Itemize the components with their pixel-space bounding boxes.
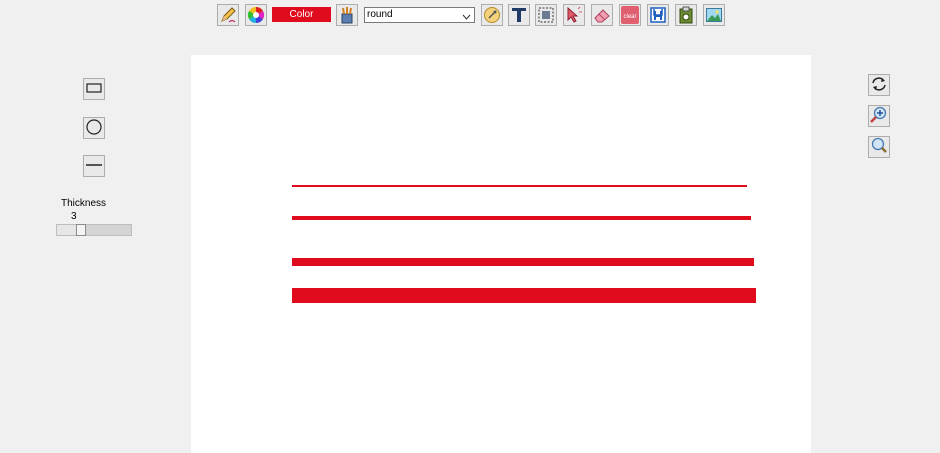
image-icon [705,6,723,24]
brush-button[interactable] [336,4,358,26]
refresh-button[interactable] [868,74,890,96]
stroke-line [292,185,747,187]
select-region-icon [537,6,555,24]
brush-cup-icon [338,6,356,24]
thickness-label: Thickness [61,198,107,209]
thickness-slider[interactable] [56,224,132,236]
text-button[interactable] [508,4,530,26]
text-icon [510,6,528,24]
color-wheel-button[interactable] [245,4,267,26]
line-icon [85,156,103,177]
eyedropper-button[interactable] [481,4,503,26]
color-wheel-icon [247,6,265,24]
stroke-line [292,216,751,220]
line-cap-value: round [367,9,393,20]
thickness-value: 3 [71,211,77,222]
circle-tool-button[interactable] [83,117,105,139]
image-button[interactable] [703,4,725,26]
color-swatch-button[interactable]: Color [272,7,331,22]
clear-icon: clear [621,6,639,24]
chevron-down-icon [462,11,471,25]
pencil-button[interactable] [217,4,239,26]
drawing-canvas[interactable] [191,55,811,453]
rectangle-tool-button[interactable] [83,78,105,100]
stroke-line [292,258,754,266]
pencil-icon [219,6,237,24]
save-icon [649,6,667,24]
zoom-out-icon [870,137,888,158]
circle-icon [85,118,103,139]
clipboard-icon [677,6,695,24]
stroke-line [292,288,756,303]
line-cap-select[interactable]: round [364,7,475,23]
rectangle-icon [85,79,103,100]
eyedropper-icon [483,6,501,24]
save-button[interactable] [647,4,669,26]
zoom-out-button[interactable] [868,136,890,158]
clear-button[interactable]: clear [619,4,641,26]
refresh-icon [870,75,888,96]
clipboard-button[interactable] [675,4,697,26]
pointer-icon [565,6,583,24]
zoom-in-button[interactable] [868,105,890,127]
eraser-button[interactable] [591,4,613,26]
select-region-button[interactable] [535,4,557,26]
thickness-slider-thumb[interactable] [76,224,86,236]
pointer-button[interactable] [563,4,585,26]
zoom-in-icon [870,106,888,127]
line-tool-button[interactable] [83,155,105,177]
eraser-icon [593,6,611,24]
